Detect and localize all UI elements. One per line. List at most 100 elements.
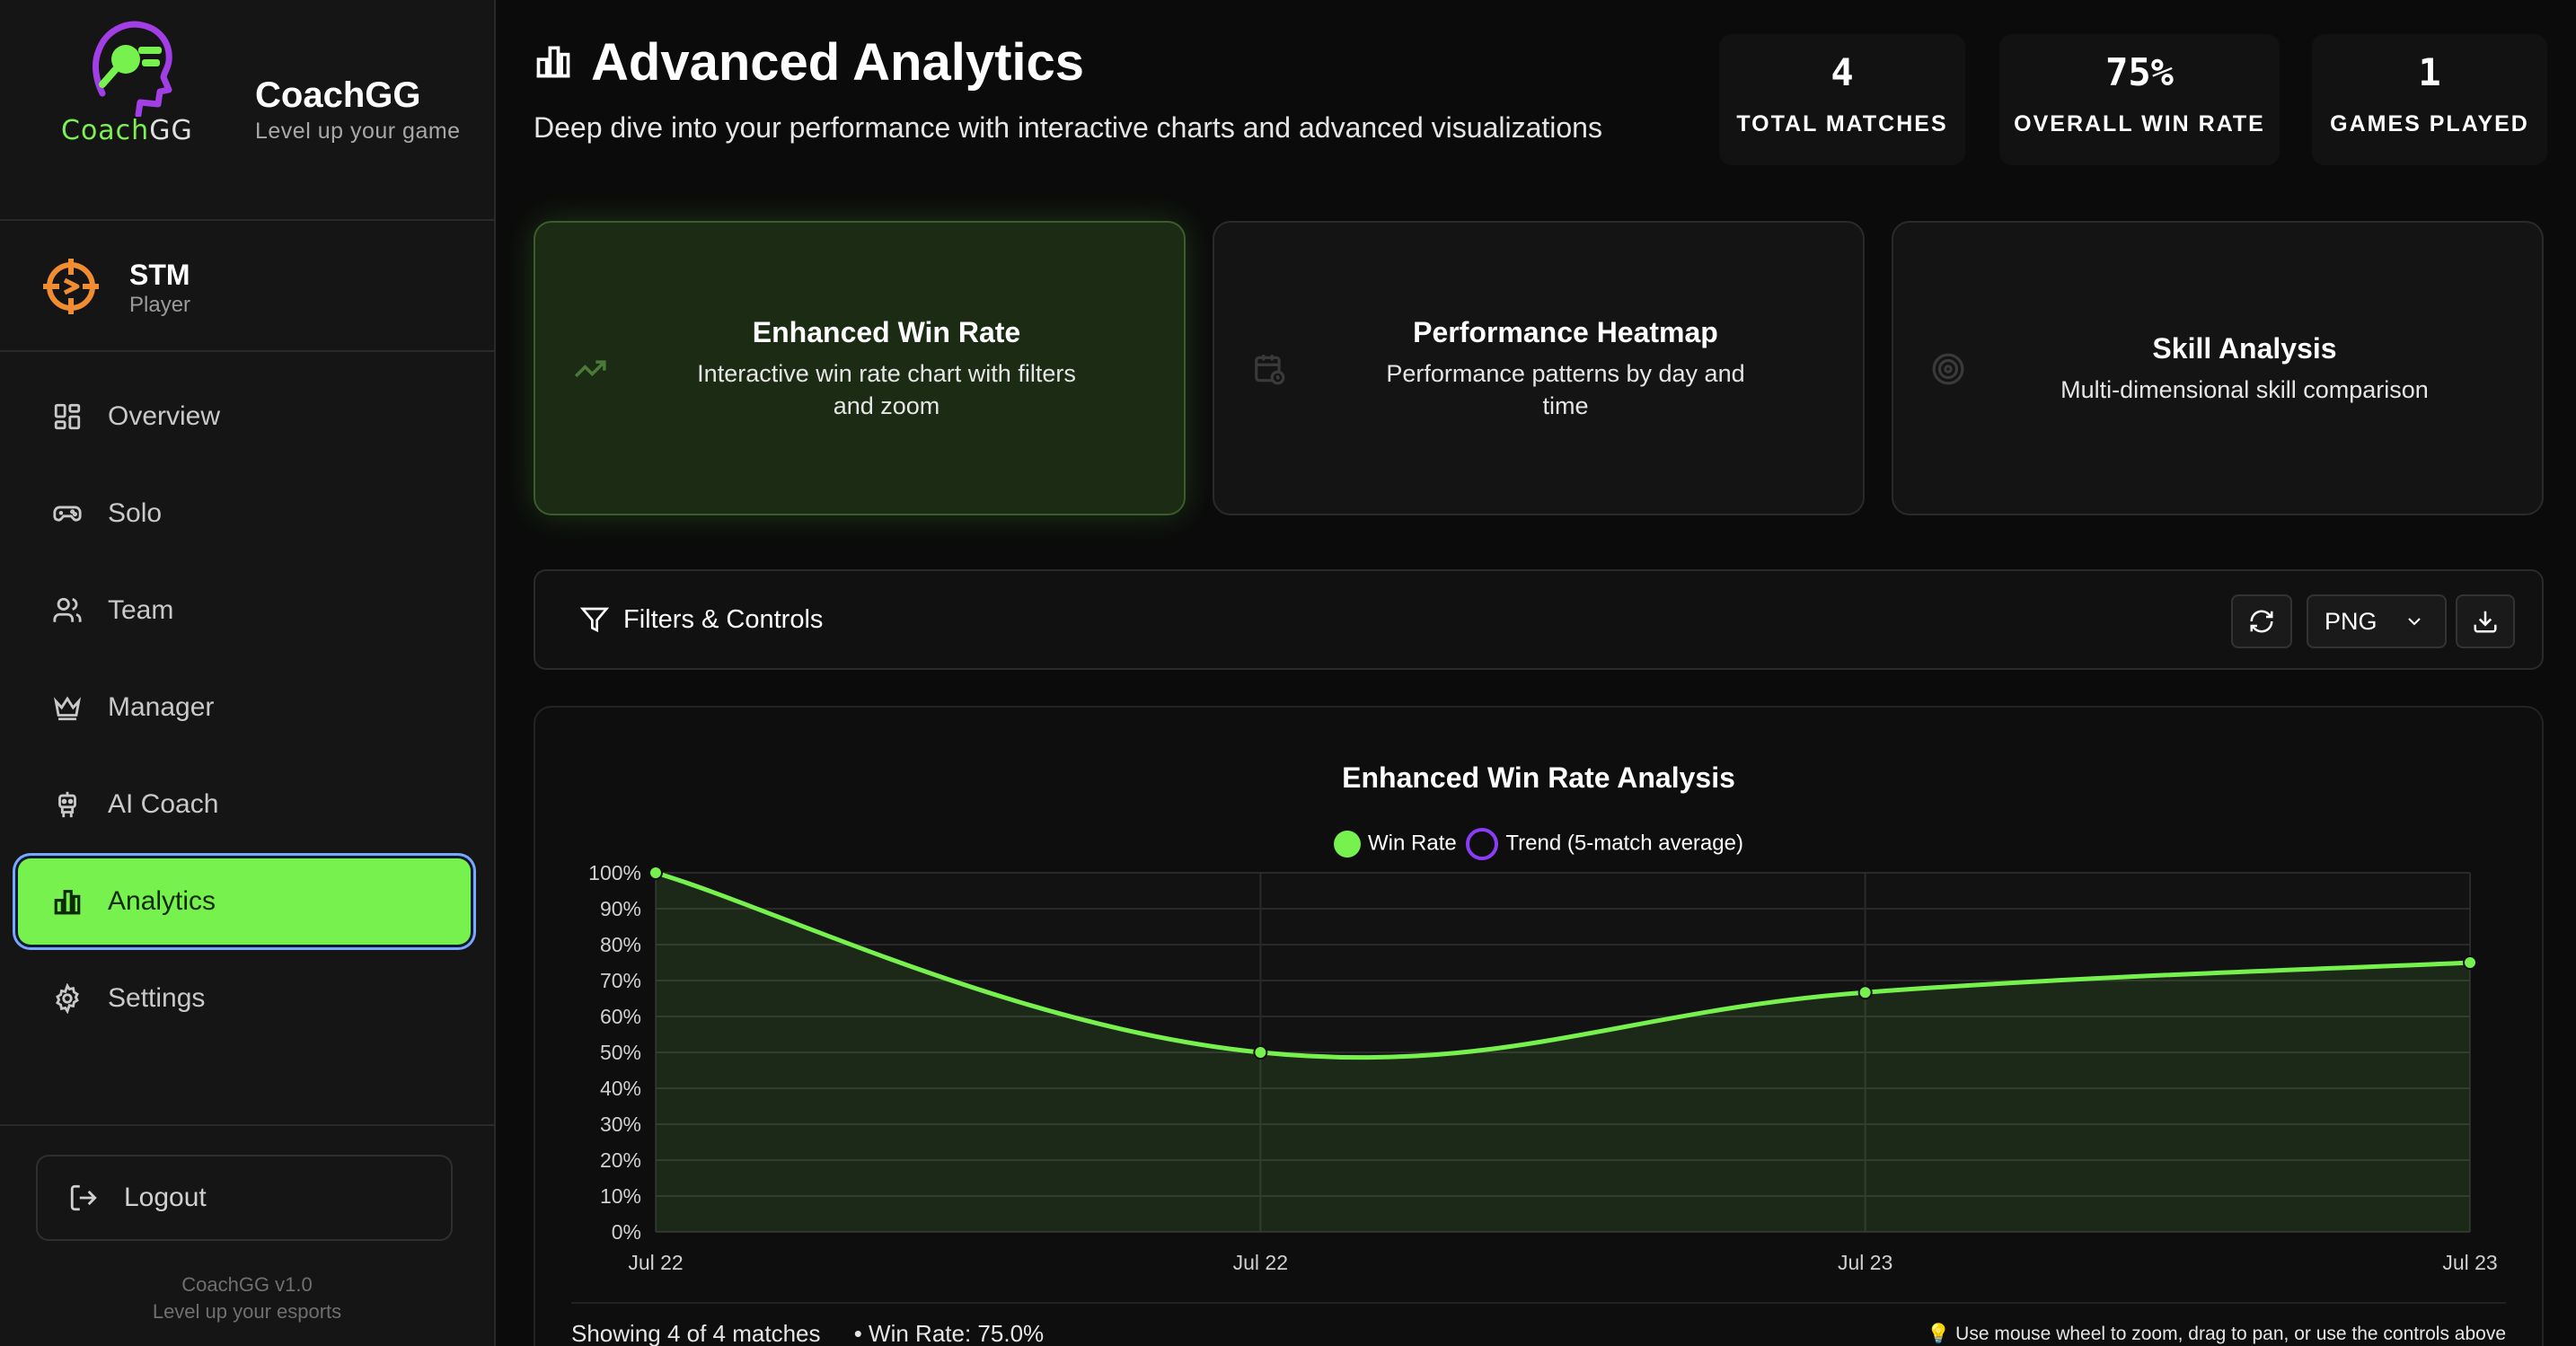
chart-hint: 💡 Use mouse wheel to zoom, drag to pan, …	[1927, 1324, 2506, 1344]
win-rate-chart[interactable]: 100% 90% 80% 70% 60% 50% 40% 30% 20% 10% 0% Jul 22 J…	[535, 708, 2544, 1300]
logout-icon	[70, 1184, 97, 1211]
brand-tagline: Level up your game	[255, 119, 461, 144]
robot-icon	[58, 791, 76, 818]
y-tick-label: 80%	[600, 933, 641, 956]
version-info: CoachGG v1.0 Level up your esports	[0, 1271, 494, 1325]
nav-label-overview: Overview	[108, 401, 221, 431]
target-icon	[1932, 353, 1964, 385]
coach-logo-icon	[93, 21, 172, 117]
bar-chart-icon	[536, 46, 570, 78]
export-format-value: PNG	[2325, 607, 2378, 635]
stat-value: 75%	[2105, 50, 2174, 94]
logout-button[interactable]: Logout	[36, 1155, 453, 1241]
card-enhanced-win-rate[interactable]: Enhanced Win Rate Interactive win rate c…	[534, 221, 1186, 515]
card-title: Skill Analysis	[2152, 332, 2337, 365]
chart-card: Enhanced Win Rate Analysis Win Rate Tren…	[534, 706, 2544, 1346]
win-rate-point	[2463, 955, 2477, 970]
y-tick-label: 20%	[600, 1148, 641, 1172]
stat-label: OVERALL WIN RATE	[2014, 111, 2265, 136]
version-line: CoachGG v1.0	[181, 1273, 313, 1296]
y-tick-label: 0%	[612, 1220, 641, 1244]
trending-up-icon	[574, 360, 606, 378]
y-tick-label: 60%	[600, 1005, 641, 1028]
nav-item-manager[interactable]: Manager	[18, 664, 471, 751]
x-tick-label: Jul 23	[1838, 1251, 1892, 1274]
stat-total-matches: 4 TOTAL MATCHES	[1719, 34, 1965, 165]
y-tick-label: 70%	[600, 969, 641, 992]
card-title: Performance Heatmap	[1413, 316, 1718, 348]
logo-wordmark: CoachGG	[61, 115, 193, 146]
user-role: Player	[129, 293, 191, 317]
y-tick-label: 40%	[600, 1077, 641, 1100]
chart-footer-divider	[571, 1302, 2506, 1304]
nav-label-manager: Manager	[108, 692, 215, 722]
x-tick-label: Jul 22	[1233, 1251, 1288, 1274]
chart-summary: Showing 4 of 4 matches • Win Rate: 75.0%	[571, 1320, 1044, 1346]
brand-name: CoachGG	[255, 75, 421, 115]
nav-item-ai-coach[interactable]: AI Coach	[18, 761, 471, 848]
nav-label-team: Team	[108, 595, 174, 625]
y-tick-label: 10%	[600, 1184, 641, 1208]
page-subtitle: Deep dive into your performance with int…	[534, 111, 1602, 144]
sidebar-divider	[0, 1124, 494, 1126]
nav-item-team[interactable]: Team	[18, 567, 471, 654]
card-description: Multi-dimensional skill comparison	[2060, 376, 2429, 403]
nav-label-settings: Settings	[108, 983, 206, 1013]
matches-shown: Showing 4 of 4 matches	[571, 1320, 821, 1346]
filters-label: Filters & Controls	[623, 605, 824, 634]
version-tagline: Level up your esports	[152, 1300, 342, 1323]
stat-value: 4	[1831, 50, 1854, 94]
footer-win-rate: • Win Rate: 75.0%	[853, 1320, 1045, 1346]
refresh-button[interactable]	[2231, 594, 2292, 648]
card-performance-heatmap[interactable]: Performance Heatmap Performance patterns…	[1213, 221, 1865, 515]
download-button[interactable]	[2456, 594, 2515, 648]
nav-item-overview[interactable]: Overview	[18, 374, 471, 460]
y-tick-label: 50%	[600, 1041, 641, 1064]
logout-label: Logout	[124, 1183, 207, 1212]
user-profile[interactable]: STM Player	[0, 221, 494, 352]
gear-icon	[56, 983, 79, 1014]
stat-label: TOTAL MATCHES	[1736, 111, 1948, 136]
nav-item-solo[interactable]: Solo	[18, 471, 471, 557]
app-root: CoachGG CoachGG Level up your game STM P…	[0, 0, 2576, 1346]
card-description: Performance patterns by day and time	[1386, 360, 1745, 419]
x-tick-label: Jul 22	[628, 1251, 683, 1274]
brand-header: CoachGG CoachGG Level up your game	[0, 0, 494, 221]
win-rate-point	[648, 866, 663, 880]
stat-overall-win-rate: 75% OVERALL WIN RATE	[1999, 34, 2280, 165]
filter-icon	[580, 607, 609, 633]
card-skill-analysis[interactable]: Skill Analysis Multi-dimensional skill c…	[1892, 221, 2544, 515]
sidebar: CoachGG CoachGG Level up your game STM P…	[0, 0, 496, 1346]
bar-chart-icon	[54, 890, 81, 915]
stat-games-played: 1 GAMES PLAYED	[2312, 34, 2547, 165]
card-description: Interactive win rate chart with filters a…	[697, 360, 1076, 419]
y-tick-label: 30%	[600, 1113, 641, 1136]
y-tick-label: 100%	[588, 861, 641, 884]
nav-label-ai-coach: AI Coach	[108, 789, 219, 819]
x-tick-label: Jul 23	[2442, 1251, 2497, 1274]
nav-item-analytics[interactable]: Analytics	[18, 858, 471, 945]
y-tick-label: 90%	[600, 897, 641, 920]
refresh-icon	[2250, 610, 2273, 633]
gamepad-icon	[53, 506, 82, 522]
calendar-clock-icon	[1255, 355, 1285, 385]
user-name: STM	[129, 259, 190, 291]
nav-label-analytics: Analytics	[108, 886, 216, 916]
chevron-down-icon	[2408, 618, 2421, 626]
sidebar-nav: Overview Solo Team Manager AI Coach Anal…	[18, 374, 471, 1052]
crosshair-icon	[43, 259, 99, 314]
nav-label-solo: Solo	[108, 498, 163, 528]
grid-icon	[54, 403, 81, 430]
win-rate-point	[1253, 1045, 1268, 1060]
page-title: Advanced Analytics	[591, 33, 1085, 92]
users-icon	[53, 597, 82, 622]
crown-icon	[53, 696, 82, 721]
stat-label: GAMES PLAYED	[2330, 111, 2529, 136]
nav-item-settings[interactable]: Settings	[18, 955, 471, 1042]
stat-value: 1	[2418, 50, 2441, 94]
win-rate-point	[1857, 985, 1873, 1000]
export-format-select[interactable]: PNG	[2307, 594, 2447, 648]
card-title: Enhanced Win Rate	[752, 316, 1021, 348]
filters-bar: Filters & Controls PNG	[534, 569, 2544, 670]
download-icon	[2474, 611, 2497, 633]
